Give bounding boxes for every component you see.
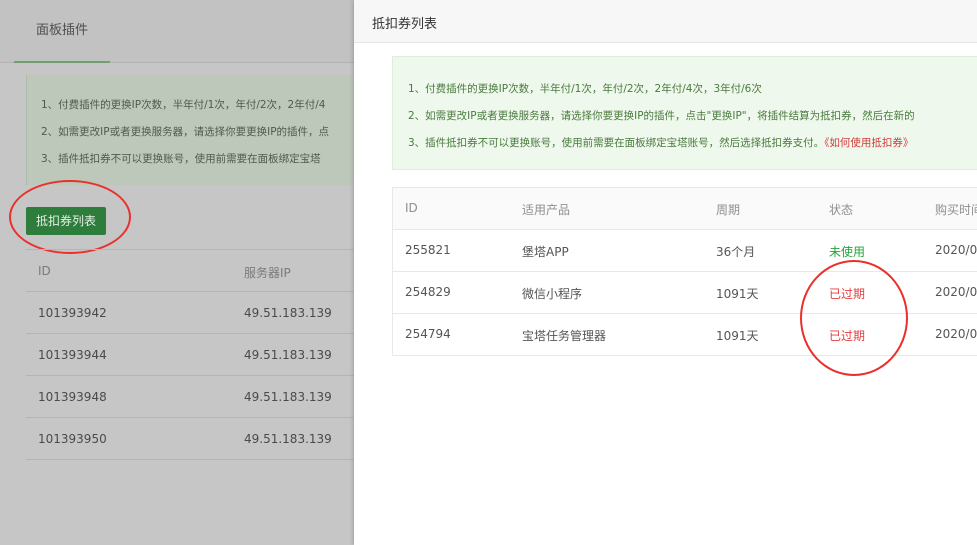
row-product: 微信小程序: [522, 287, 583, 301]
tab-panel-plugins[interactable]: 面板插件: [14, 0, 110, 63]
tab-bar: 面板插件: [0, 0, 360, 63]
row-period: 1091天: [716, 287, 759, 301]
notice-line: 2、如需更改IP或者更换服务器，请选择你要更换IP的插件，点击"更换IP"，将插…: [408, 110, 915, 122]
table-row: 254829 微信小程序 1091天 已过期 2020/0: [393, 272, 977, 314]
voucher-table: ID 适用产品 周期 状态 购买时间 255821 堡塔APP 36个月 未使用…: [392, 187, 977, 356]
notice-line: 2、如需更改IP或者更换服务器，请选择你要更换IP的插件，点: [41, 126, 330, 138]
row-server-ip: 49.51.183.139: [244, 432, 332, 446]
status-badge: 已过期: [829, 329, 866, 343]
notice-line-text: 3、插件抵扣券不可以更换账号，使用前需要在面板绑定宝塔账号，然后选择抵扣券支付。: [408, 137, 825, 149]
status-badge: 未使用: [829, 245, 866, 259]
row-product: 堡塔APP: [522, 245, 569, 259]
row-server-ip: 49.51.183.139: [244, 348, 332, 362]
row-id: 101393944: [38, 348, 107, 362]
notice-line: 1、付费插件的更换IP次数，半年付/1次，年付/2次，2年付/4: [41, 99, 326, 111]
row-id: 254829: [405, 285, 451, 299]
background-panel: 面板插件 1、付费插件的更换IP次数，半年付/1次，年付/2次，2年付/4 2、…: [0, 0, 360, 545]
background-notice: 1、付费插件的更换IP次数，半年付/1次，年付/2次，2年付/4 2、如需更改I…: [26, 75, 360, 185]
table-row: 254794 宝塔任务管理器 1091天 已过期 2020/0: [393, 314, 977, 356]
table-row: 101393944 49.51.183.139: [26, 334, 360, 376]
notice-line: 1、付费插件的更换IP次数，半年付/1次，年付/2次，2年付/4次，3年付/6次: [408, 83, 762, 95]
voucher-list-button[interactable]: 抵扣券列表: [26, 207, 106, 235]
column-header-product: 适用产品: [522, 203, 571, 217]
row-id: 255821: [405, 243, 451, 257]
notice-line: 3、插件抵扣券不可以更换账号，使用前需要在面板绑定宝塔账号，然后选择抵扣券支付。…: [408, 135, 913, 150]
table-row: 101393942 49.51.183.139: [26, 292, 360, 334]
row-purchase-time: 2020/0: [935, 285, 977, 299]
row-server-ip: 49.51.183.139: [244, 306, 332, 320]
background-table: ID 服务器IP 101393942 49.51.183.139 1013939…: [26, 249, 360, 460]
notice-line: 3、插件抵扣券不可以更换账号，使用前需要在面板绑定宝塔: [41, 153, 321, 165]
table-row: 101393950 49.51.183.139: [26, 418, 360, 460]
column-header-period: 周期: [716, 203, 741, 217]
row-period: 36个月: [716, 245, 756, 259]
modal-header: 抵扣券列表: [354, 0, 977, 43]
row-purchase-time: 2020/0: [935, 327, 977, 341]
table-header-row: ID 服务器IP: [26, 250, 360, 292]
row-period: 1091天: [716, 329, 759, 343]
row-server-ip: 49.51.183.139: [244, 390, 332, 404]
status-badge: 已过期: [829, 287, 866, 301]
row-id: 101393948: [38, 390, 107, 404]
row-id: 254794: [405, 327, 451, 341]
table-header-row: ID 适用产品 周期 状态 购买时间: [393, 188, 977, 230]
column-header-purchase-time: 购买时间: [935, 203, 977, 217]
table-row: 101393948 49.51.183.139: [26, 376, 360, 418]
modal-title: 抵扣券列表: [372, 17, 438, 32]
row-purchase-time: 2020/0: [935, 243, 977, 257]
notice-box: 1、付费插件的更换IP次数，半年付/1次，年付/2次，2年付/4次，3年付/6次…: [392, 56, 977, 170]
column-header-server-ip: 服务器IP: [244, 266, 291, 280]
column-header-id: ID: [38, 264, 51, 278]
row-id: 101393942: [38, 306, 107, 320]
column-header-id: ID: [405, 201, 418, 215]
row-product: 宝塔任务管理器: [522, 329, 607, 343]
how-to-use-voucher-link[interactable]: 《如何使用抵扣券》: [824, 137, 913, 149]
column-header-status: 状态: [829, 203, 854, 217]
table-row: 255821 堡塔APP 36个月 未使用 2020/0: [393, 230, 977, 272]
row-id: 101393950: [38, 432, 107, 446]
voucher-list-modal: 抵扣券列表 1、付费插件的更换IP次数，半年付/1次，年付/2次，2年付/4次，…: [354, 0, 977, 545]
